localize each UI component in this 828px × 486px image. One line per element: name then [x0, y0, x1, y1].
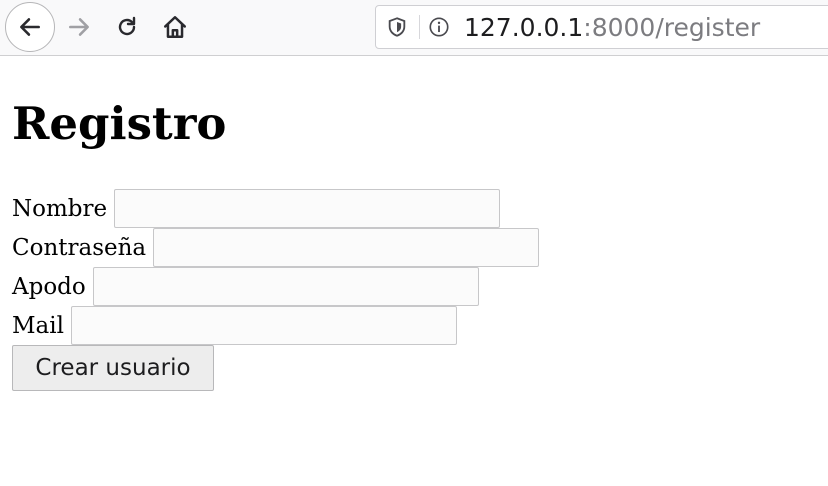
apodo-row: Apodo [12, 267, 479, 306]
browser-toolbar: 127.0.0.1:8000/register [0, 0, 828, 56]
url-text[interactable]: 127.0.0.1:8000/register [464, 12, 760, 44]
reload-icon [118, 16, 136, 36]
arrow-left-icon [20, 18, 40, 36]
nombre-field[interactable] [114, 189, 501, 228]
reload-button[interactable] [110, 10, 144, 44]
page-title: Registro [12, 97, 227, 150]
mail-field[interactable] [70, 306, 457, 345]
contrasena-row: Contraseña [12, 228, 540, 267]
forward-button[interactable] [62, 10, 96, 44]
nombre-label: Nombre [12, 195, 108, 222]
back-button[interactable] [5, 2, 55, 52]
apodo-label: Apodo [12, 273, 86, 300]
mail-row: Mail [12, 306, 457, 345]
address-bar-separator [419, 15, 420, 39]
mail-label: Mail [12, 312, 64, 339]
url-host: 127.0.0.1 [464, 13, 584, 42]
nombre-row: Nombre [12, 189, 501, 228]
apodo-field[interactable] [92, 267, 479, 306]
url-path: :8000/register [583, 13, 761, 42]
crear-usuario-button[interactable]: Crear usuario [12, 345, 214, 391]
arrow-right-icon [69, 18, 89, 36]
address-bar[interactable]: 127.0.0.1:8000/register [375, 5, 828, 49]
home-icon [164, 16, 186, 38]
home-button[interactable] [158, 10, 192, 44]
tracking-protection-shield-icon[interactable] [386, 16, 408, 43]
contrasena-field[interactable] [153, 228, 540, 267]
contrasena-label: Contraseña [12, 234, 147, 261]
site-information-icon[interactable] [428, 16, 450, 43]
